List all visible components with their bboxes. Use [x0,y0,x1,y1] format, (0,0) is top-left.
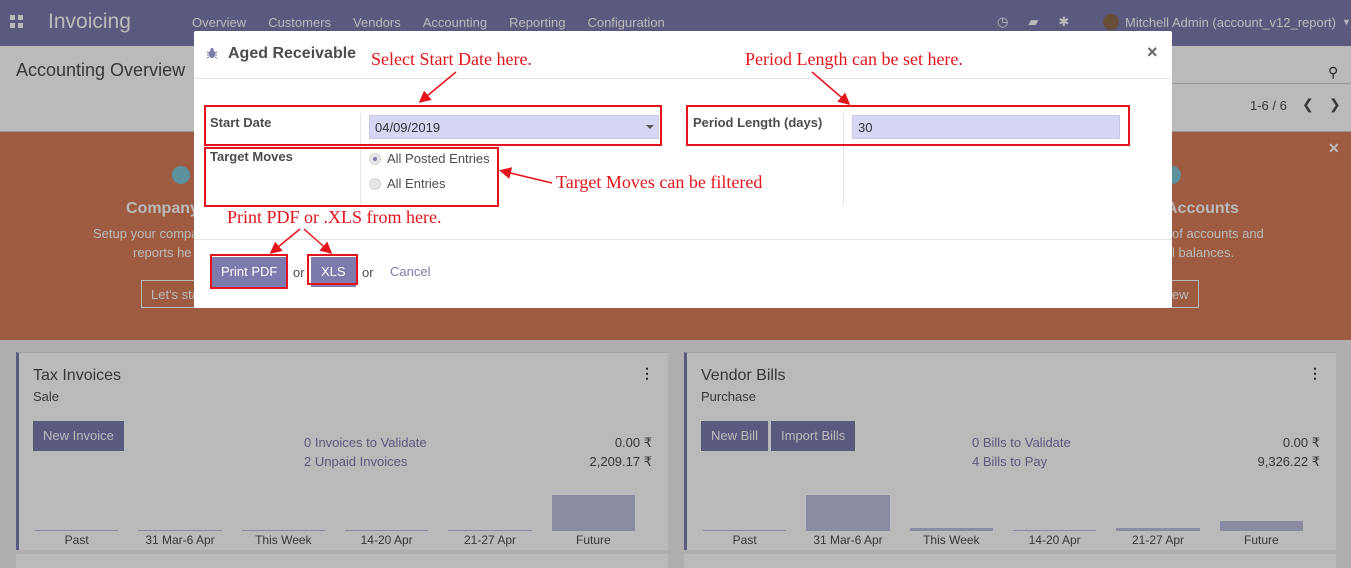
or-text: or [362,265,374,280]
or-text: or [293,265,305,280]
annotation-box-xls [307,254,358,285]
close-icon[interactable]: × [1147,42,1158,63]
annotation-box-target-moves [204,147,499,207]
annotation-box-start-date [204,105,662,146]
dialog-title: Aged Receivable [228,45,357,62]
annotation-period-length: Period Length can be set here. [745,49,963,69]
annotation-start-date: Select Start Date here. [371,49,532,69]
bug-icon [206,48,218,59]
annotation-box-print-pdf [210,254,288,289]
annotation-box-period-length [686,105,1130,146]
cancel-button[interactable]: Cancel [390,264,430,279]
dialog-header: Aged Receivable × [194,31,1172,79]
annotation-target-moves: Target Moves can be filtered [556,172,763,192]
annotation-print: Print PDF or .XLS from here. [227,207,442,227]
